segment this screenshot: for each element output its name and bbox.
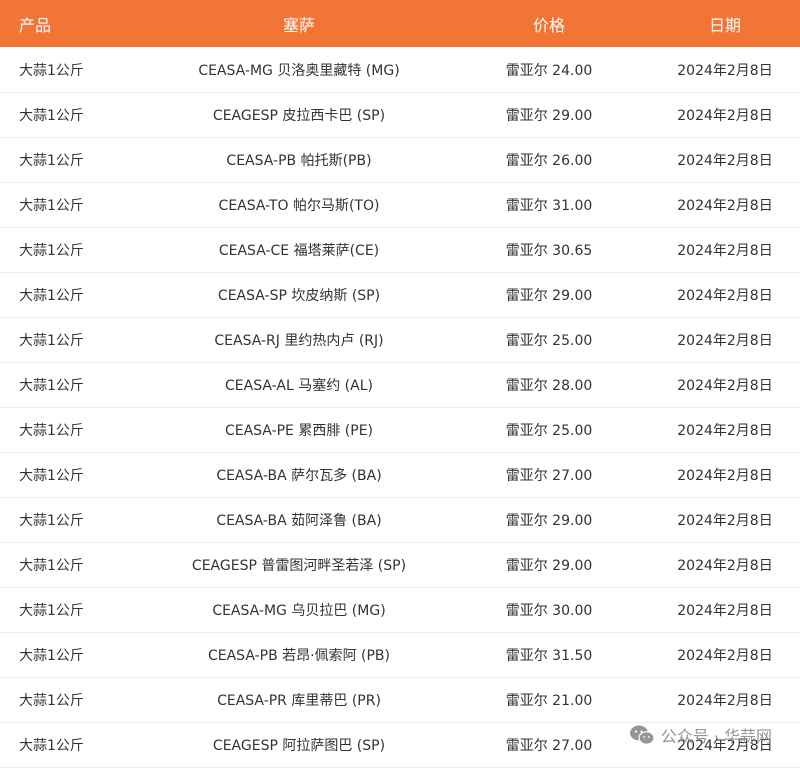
cell-product: 大蒜1公斤 xyxy=(0,47,150,93)
cell-price: 雷亚尔 27.00 xyxy=(448,722,650,768)
cell-date: 2024年2月8日 xyxy=(650,227,800,273)
table-row: 大蒜1公斤 CEASA-CE 福塔莱萨(CE) 雷亚尔 30.65 2024年2月8日 xyxy=(0,227,800,273)
cell-ceasa: CEASA-TO 帕尔马斯(TO) xyxy=(150,182,448,228)
table-row: 大蒜1公斤 CEASA-PB 帕托斯(PB) 雷亚尔 26.00 2024年2月8日 xyxy=(0,137,800,183)
cell-product: 大蒜1公斤 xyxy=(0,632,150,678)
table-body: 大蒜1公斤 CEASA-MG 贝洛奥里藏特 (MG) 雷亚尔 24.00 2024年2… xyxy=(0,47,800,768)
cell-product: 大蒜1公斤 xyxy=(0,407,150,453)
table-row: 大蒜1公斤 CEASA-PB 若昂·佩索阿 (PB) 雷亚尔 31.50 2024年2… xyxy=(0,632,800,678)
cell-date: 2024年2月8日 xyxy=(650,632,800,678)
header-row: 产品 塞萨 价格 日期 xyxy=(0,0,800,47)
table-row: 大蒜1公斤 CEASA-PE 累西腓 (PE) 雷亚尔 25.00 2024年2月8日 xyxy=(0,407,800,453)
cell-ceasa: CEAGESP 阿拉萨图巴 (SP) xyxy=(150,722,448,768)
cell-ceasa: CEASA-AL 马塞约 (AL) xyxy=(150,362,448,408)
cell-price: 雷亚尔 29.00 xyxy=(448,542,650,588)
column-header-product: 产品 xyxy=(0,0,150,47)
cell-product: 大蒜1公斤 xyxy=(0,362,150,408)
cell-product: 大蒜1公斤 xyxy=(0,182,150,228)
cell-product: 大蒜1公斤 xyxy=(0,722,150,768)
cell-ceasa: CEAGESP 皮拉西卡巴 (SP) xyxy=(150,92,448,138)
cell-ceasa: CEASA-BA 茹阿泽鲁 (BA) xyxy=(150,497,448,543)
table-row: 大蒜1公斤 CEASA-BA 萨尔瓦多 (BA) 雷亚尔 27.00 2024年2月8… xyxy=(0,452,800,498)
cell-price: 雷亚尔 26.00 xyxy=(448,137,650,183)
cell-product: 大蒜1公斤 xyxy=(0,227,150,273)
column-header-ceasa: 塞萨 xyxy=(150,0,448,47)
cell-price: 雷亚尔 27.00 xyxy=(448,452,650,498)
cell-price: 雷亚尔 29.00 xyxy=(448,497,650,543)
cell-price: 雷亚尔 25.00 xyxy=(448,317,650,363)
cell-product: 大蒜1公斤 xyxy=(0,137,150,183)
cell-ceasa: CEASA-BA 萨尔瓦多 (BA) xyxy=(150,452,448,498)
cell-date: 2024年2月8日 xyxy=(650,497,800,543)
cell-ceasa: CEASA-CE 福塔莱萨(CE) xyxy=(150,227,448,273)
cell-price: 雷亚尔 24.00 xyxy=(448,47,650,93)
cell-date: 2024年2月8日 xyxy=(650,407,800,453)
cell-date: 2024年2月8日 xyxy=(650,677,800,723)
cell-price: 雷亚尔 29.00 xyxy=(448,92,650,138)
cell-date: 2024年2月8日 xyxy=(650,92,800,138)
cell-ceasa: CEASA-SP 坎皮纳斯 (SP) xyxy=(150,272,448,318)
cell-product: 大蒜1公斤 xyxy=(0,677,150,723)
cell-ceasa: CEAGESP 普雷图河畔圣若泽 (SP) xyxy=(150,542,448,588)
cell-price: 雷亚尔 28.00 xyxy=(448,362,650,408)
table-row: 大蒜1公斤 CEAGESP 皮拉西卡巴 (SP) 雷亚尔 29.00 2024年2月8… xyxy=(0,92,800,138)
cell-date: 2024年2月8日 xyxy=(650,587,800,633)
cell-ceasa: CEASA-PB 帕托斯(PB) xyxy=(150,137,448,183)
column-header-price: 价格 xyxy=(448,0,650,47)
cell-product: 大蒜1公斤 xyxy=(0,92,150,138)
cell-ceasa: CEASA-PB 若昂·佩索阿 (PB) xyxy=(150,632,448,678)
cell-product: 大蒜1公斤 xyxy=(0,317,150,363)
table-row: 大蒜1公斤 CEASA-AL 马塞约 (AL) 雷亚尔 28.00 2024年2月8日 xyxy=(0,362,800,408)
watermark-text: 公众号 · 华蒜网 xyxy=(660,727,772,746)
table-row: 大蒜1公斤 CEASA-SP 坎皮纳斯 (SP) 雷亚尔 29.00 2024年2月8… xyxy=(0,272,800,318)
cell-date: 2024年2月8日 xyxy=(650,137,800,183)
cell-price: 雷亚尔 21.00 xyxy=(448,677,650,723)
table-row: 大蒜1公斤 CEASA-PR 库里蒂巴 (PR) 雷亚尔 21.00 2024年2月8… xyxy=(0,677,800,723)
table-row: 大蒜1公斤 CEASA-MG 乌贝拉巴 (MG) 雷亚尔 30.00 2024年2月8… xyxy=(0,587,800,633)
table-row: 大蒜1公斤 CEASA-TO 帕尔马斯(TO) 雷亚尔 31.00 2024年2月8日 xyxy=(0,182,800,228)
cell-date: 2024年2月8日 xyxy=(650,272,800,318)
column-header-date: 日期 xyxy=(650,0,800,47)
cell-date: 2024年2月8日 xyxy=(650,362,800,408)
cell-ceasa: CEASA-PR 库里蒂巴 (PR) xyxy=(150,677,448,723)
table-row: 大蒜1公斤 CEASA-BA 茹阿泽鲁 (BA) 雷亚尔 29.00 2024年2月8… xyxy=(0,497,800,543)
table-row: 大蒜1公斤 CEASA-RJ 里约热内卢 (RJ) 雷亚尔 25.00 2024年2月… xyxy=(0,317,800,363)
cell-ceasa: CEASA-PE 累西腓 (PE) xyxy=(150,407,448,453)
cell-date: 2024年2月8日 xyxy=(650,542,800,588)
cell-product: 大蒜1公斤 xyxy=(0,587,150,633)
cell-price: 雷亚尔 31.00 xyxy=(448,182,650,228)
cell-price: 雷亚尔 31.50 xyxy=(448,632,650,678)
cell-price: 雷亚尔 25.00 xyxy=(448,407,650,453)
watermark: 公众号 · 华蒜网 xyxy=(629,723,772,747)
table-row: 大蒜1公斤 CEAGESP 普雷图河畔圣若泽 (SP) 雷亚尔 29.00 2024年… xyxy=(0,542,800,588)
table-row: 大蒜1公斤 CEASA-MG 贝洛奥里藏特 (MG) 雷亚尔 24.00 2024年2… xyxy=(0,47,800,93)
cell-price: 雷亚尔 29.00 xyxy=(448,272,650,318)
cell-date: 2024年2月8日 xyxy=(650,47,800,93)
cell-product: 大蒜1公斤 xyxy=(0,542,150,588)
cell-date: 2024年2月8日 xyxy=(650,182,800,228)
cell-ceasa: CEASA-MG 贝洛奥里藏特 (MG) xyxy=(150,47,448,93)
wechat-icon xyxy=(629,724,655,746)
cell-price: 雷亚尔 30.00 xyxy=(448,587,650,633)
cell-ceasa: CEASA-MG 乌贝拉巴 (MG) xyxy=(150,587,448,633)
price-table: 产品 塞萨 价格 日期 大蒜1公斤 CEASA-MG 贝洛奥里藏特 (MG) 雷亚尔… xyxy=(0,0,800,768)
table-header: 产品 塞萨 价格 日期 xyxy=(0,0,800,47)
cell-date: 2024年2月8日 xyxy=(650,317,800,363)
cell-price: 雷亚尔 30.65 xyxy=(448,227,650,273)
cell-product: 大蒜1公斤 xyxy=(0,452,150,498)
cell-ceasa: CEASA-RJ 里约热内卢 (RJ) xyxy=(150,317,448,363)
cell-date: 2024年2月8日 xyxy=(650,452,800,498)
cell-product: 大蒜1公斤 xyxy=(0,497,150,543)
cell-product: 大蒜1公斤 xyxy=(0,272,150,318)
